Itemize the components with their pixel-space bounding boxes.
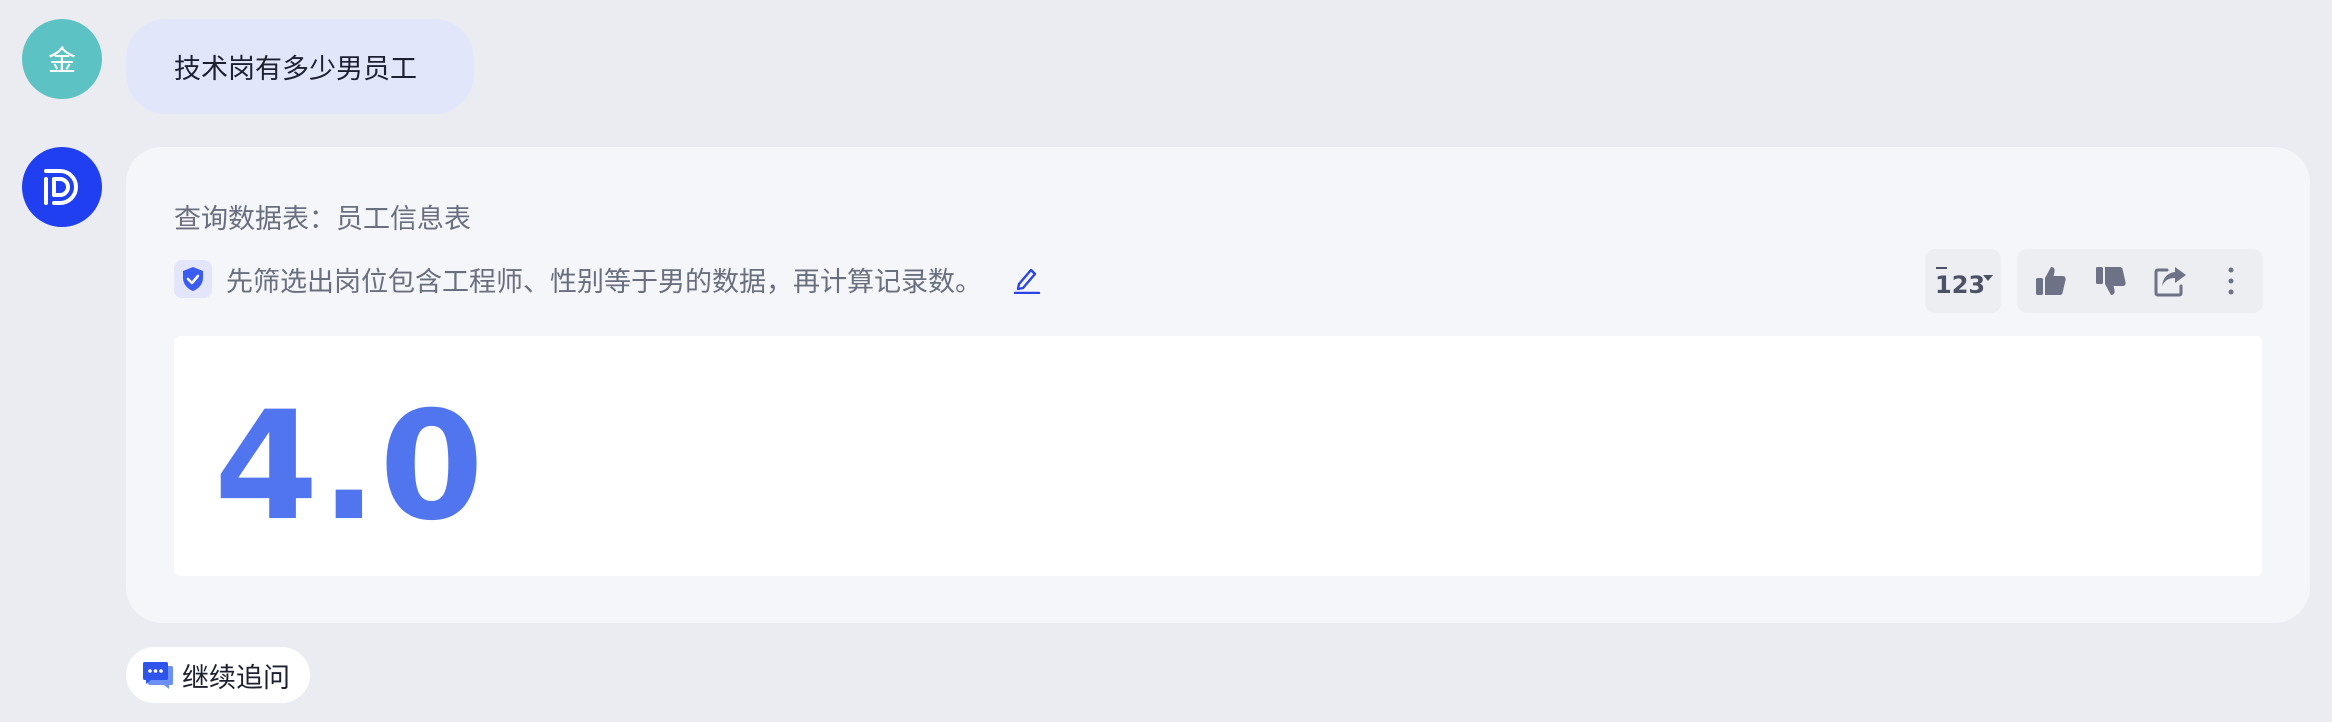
answer-card: 查询数据表：员工信息表 先筛选出岗位包含工程师、性别等于男的数据，再计算记录数。… — [126, 147, 2310, 623]
chevron-down-icon — [1983, 275, 1993, 281]
user-avatar-text: 金 — [47, 44, 76, 77]
follow-up-button[interactable]: 继续追问 — [126, 647, 310, 703]
query-table-line: 查询数据表：员工信息表 — [174, 204, 471, 235]
user-question-text: 技术岗有多少男员工 — [174, 54, 417, 85]
shield-check-icon — [174, 260, 212, 298]
follow-up-label: 继续追问 — [182, 662, 290, 694]
share-icon — [2154, 267, 2186, 297]
number-format-button[interactable]: 123 — [1925, 249, 2001, 313]
share-button[interactable] — [2151, 261, 2191, 301]
like-button[interactable] — [2031, 261, 2071, 301]
pencil-icon — [1013, 268, 1041, 294]
query-plan-text: 先筛选出岗位包含工程师、性别等于男的数据，再计算记录数。 — [226, 266, 982, 298]
user-message-bubble: 技术岗有多少男员工 — [126, 19, 474, 114]
user-avatar: 金 — [22, 19, 102, 99]
chat-bubbles-icon — [143, 662, 173, 689]
result-value: 4.0 — [214, 380, 486, 554]
bot-logo-icon — [44, 169, 78, 205]
thumbs-up-icon — [2036, 267, 2066, 295]
query-plan-row: 先筛选出岗位包含工程师、性别等于男的数据，再计算记录数。 — [174, 259, 1042, 299]
thumbs-down-icon — [2096, 267, 2126, 295]
edit-plan-button[interactable] — [1012, 263, 1042, 295]
result-panel: 4.0 — [174, 336, 2262, 576]
answer-action-bar — [2017, 249, 2263, 313]
bot-avatar — [22, 147, 102, 227]
number-format-label: 123 — [1935, 271, 1986, 299]
number-format-icon — [1936, 267, 1947, 269]
dislike-button[interactable] — [2091, 261, 2131, 301]
more-vertical-icon — [2228, 267, 2234, 295]
more-button[interactable] — [2211, 261, 2251, 301]
